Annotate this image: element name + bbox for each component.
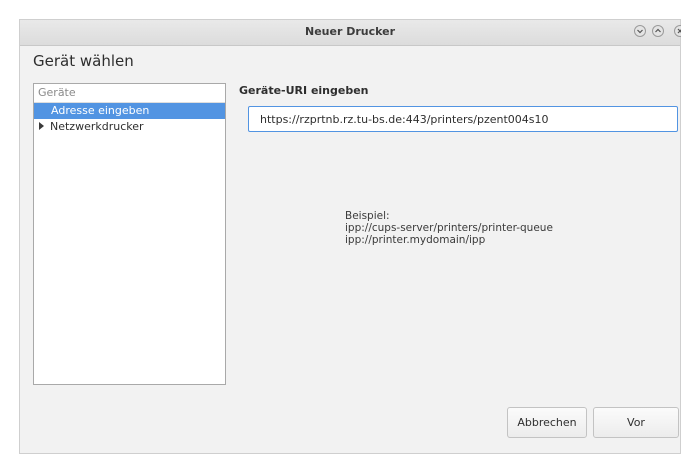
- device-item-label: Netzwerkdrucker: [50, 120, 144, 133]
- device-item-label: Adresse eingeben: [51, 104, 150, 117]
- example-line: ipp://cups-server/printers/printer-queue: [345, 222, 553, 234]
- close-icon[interactable]: [674, 25, 681, 37]
- maximize-icon[interactable]: [652, 25, 664, 37]
- example-text: Beispiel: ipp://cups-server/printers/pri…: [345, 210, 553, 246]
- cancel-button[interactable]: Abbrechen: [507, 407, 587, 438]
- example-line: ipp://printer.mydomain/ipp: [345, 234, 486, 246]
- next-button[interactable]: Vor: [593, 407, 679, 438]
- device-item-enter-address[interactable]: Adresse eingeben: [34, 103, 225, 119]
- example-title: Beispiel:: [345, 210, 390, 222]
- uri-label: Geräte-URI eingeben: [239, 84, 369, 97]
- minimize-icon[interactable]: [634, 25, 646, 37]
- new-printer-dialog: Neuer Drucker Gerät wählen Geräte Adress…: [19, 19, 681, 454]
- page-title: Gerät wählen: [33, 52, 134, 70]
- window-title: Neuer Drucker: [304, 25, 396, 38]
- uri-input[interactable]: [248, 106, 678, 132]
- device-list-header[interactable]: Geräte: [34, 84, 225, 103]
- device-list: Geräte Adresse eingeben Netzwerkdrucker: [33, 83, 226, 385]
- expand-arrow-icon[interactable]: [39, 122, 44, 130]
- title-bar[interactable]: Neuer Drucker: [20, 20, 681, 46]
- device-item-network-printers[interactable]: Netzwerkdrucker: [34, 119, 225, 135]
